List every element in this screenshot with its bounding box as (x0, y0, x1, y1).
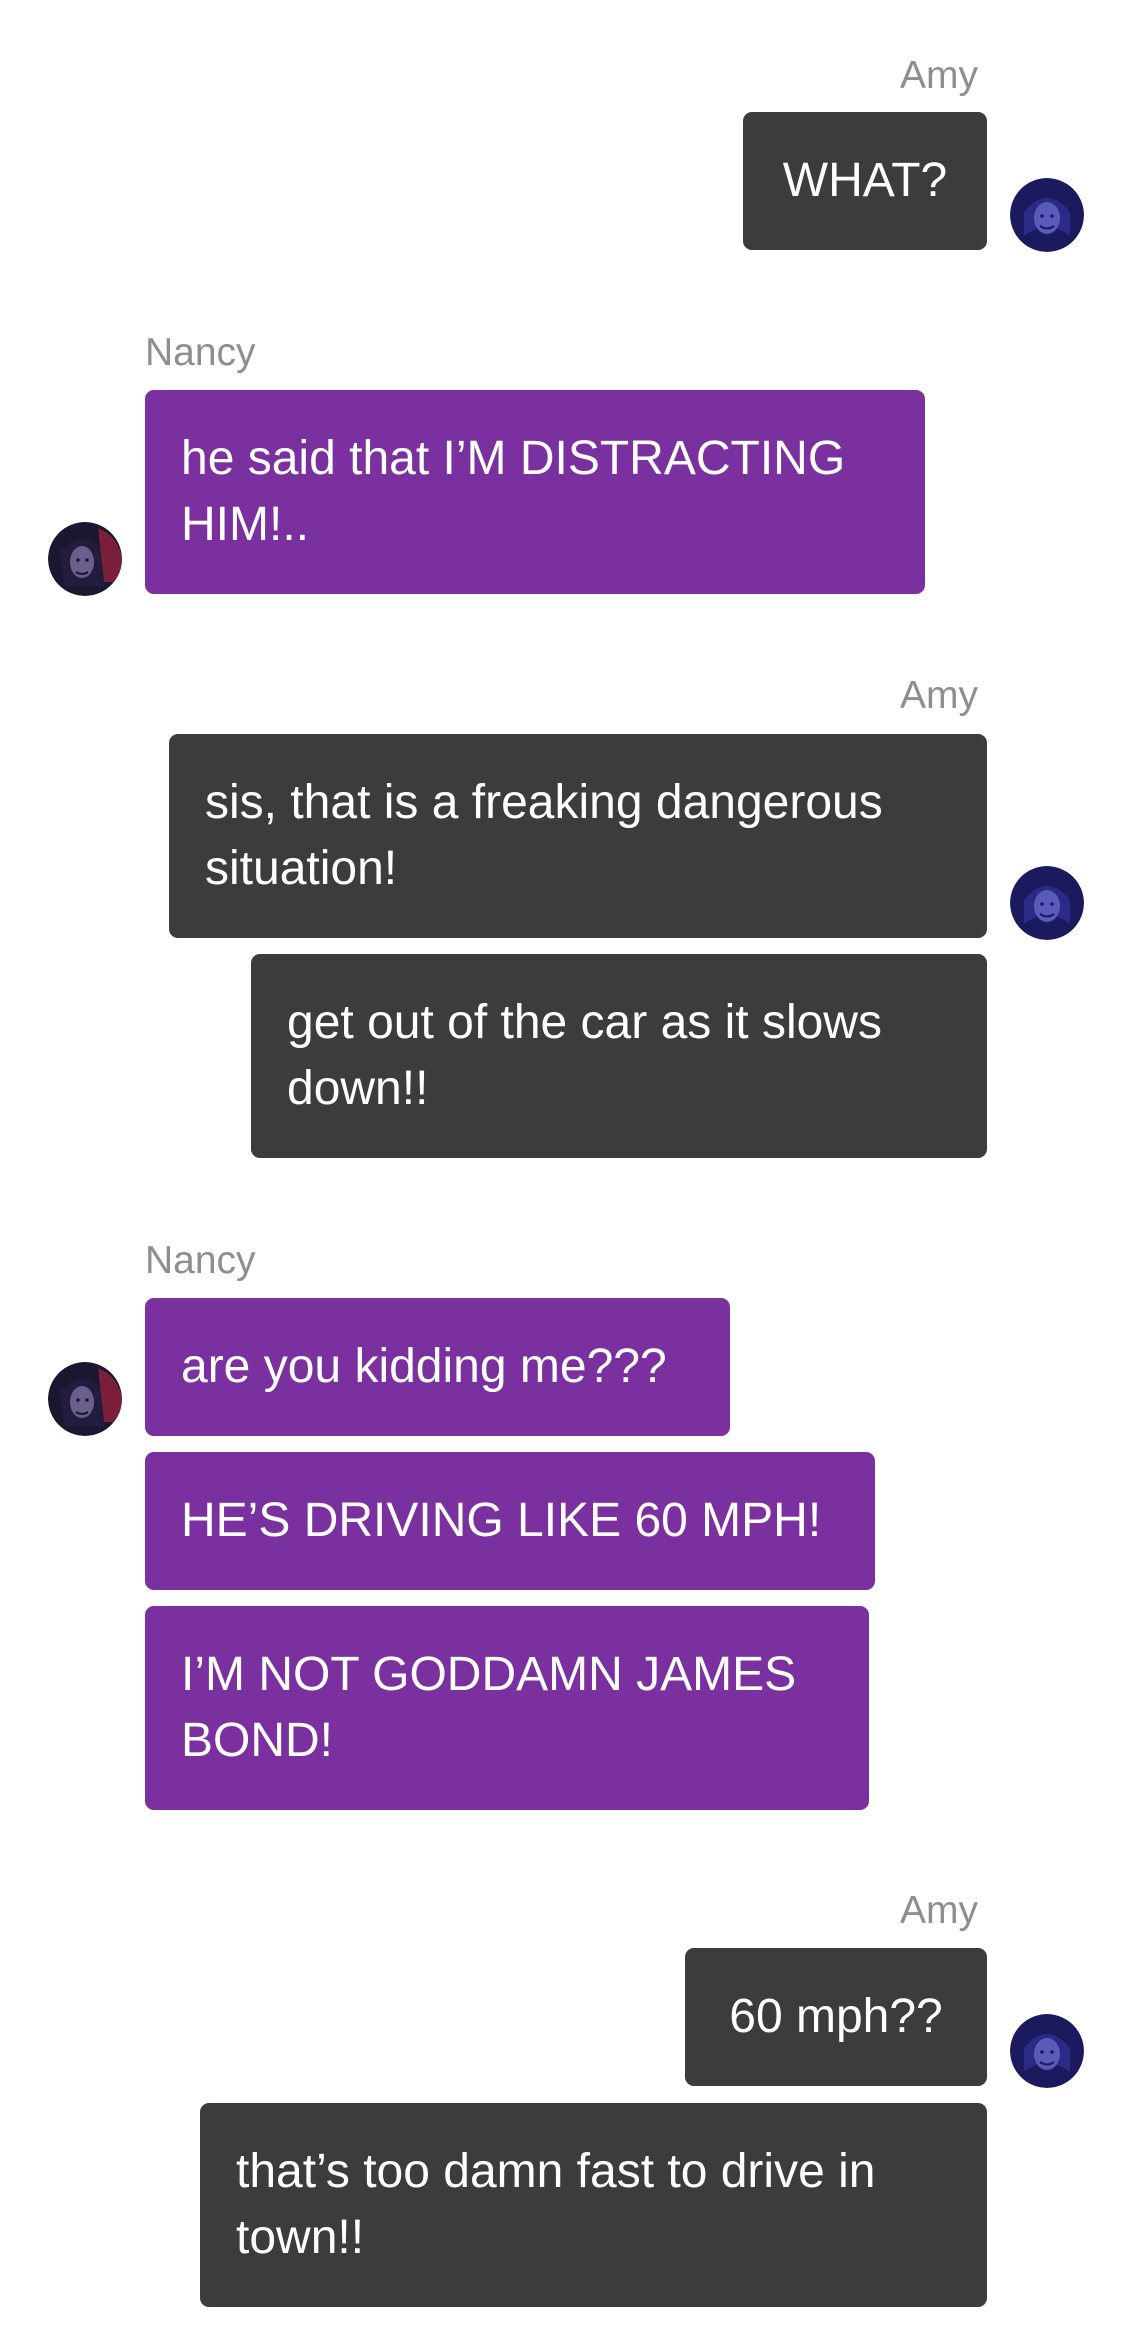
message-text: are you kidding me??? (181, 1340, 667, 1393)
nancy-avatar-icon[interactable] (48, 522, 122, 596)
message-bubble-nancy[interactable]: he said that I’M DISTRACTING HIM!.. (145, 390, 925, 594)
message-text: sis, that is a freaking dangerous situat… (205, 776, 883, 895)
amy-avatar-icon[interactable] (1010, 866, 1084, 940)
sender-name-amy: Amy (900, 674, 978, 717)
message-bubble-amy[interactable]: WHAT? (743, 112, 987, 250)
sender-name-amy: Amy (900, 1889, 978, 1932)
message-bubble-nancy[interactable]: HE’S DRIVING LIKE 60 MPH! (145, 1452, 875, 1590)
amy-avatar-icon[interactable] (1010, 178, 1084, 252)
message-text: I’M NOT GODDAMN JAMES BOND! (181, 1648, 797, 1767)
message-bubble-amy[interactable]: get out of the car as it slows down!! (251, 954, 987, 1158)
message-bubble-nancy[interactable]: I’M NOT GODDAMN JAMES BOND! (145, 1606, 869, 1810)
message-bubble-amy[interactable]: 60 mph?? (685, 1948, 987, 2086)
message-text: get out of the car as it slows down!! (287, 996, 882, 1115)
message-text: he said that I’M DISTRACTING HIM!.. (181, 432, 846, 551)
message-bubble-amy[interactable]: sis, that is a freaking dangerous situat… (169, 734, 987, 938)
message-text: WHAT? (782, 154, 948, 207)
message-bubble-nancy[interactable]: are you kidding me??? (145, 1298, 730, 1436)
amy-avatar-icon[interactable] (1010, 2014, 1084, 2088)
sender-name-nancy: Nancy (145, 331, 256, 374)
sender-name-nancy: Nancy (145, 1239, 256, 1282)
nancy-avatar-icon[interactable] (48, 1362, 122, 1436)
message-text: 60 mph?? (729, 1990, 943, 2043)
message-text: that’s too damn fast to drive in town!! (236, 2145, 876, 2264)
message-bubble-amy[interactable]: that’s too damn fast to drive in town!! (200, 2103, 987, 2307)
sender-name-amy: Amy (900, 54, 978, 97)
message-text: HE’S DRIVING LIKE 60 MPH! (181, 1494, 822, 1547)
